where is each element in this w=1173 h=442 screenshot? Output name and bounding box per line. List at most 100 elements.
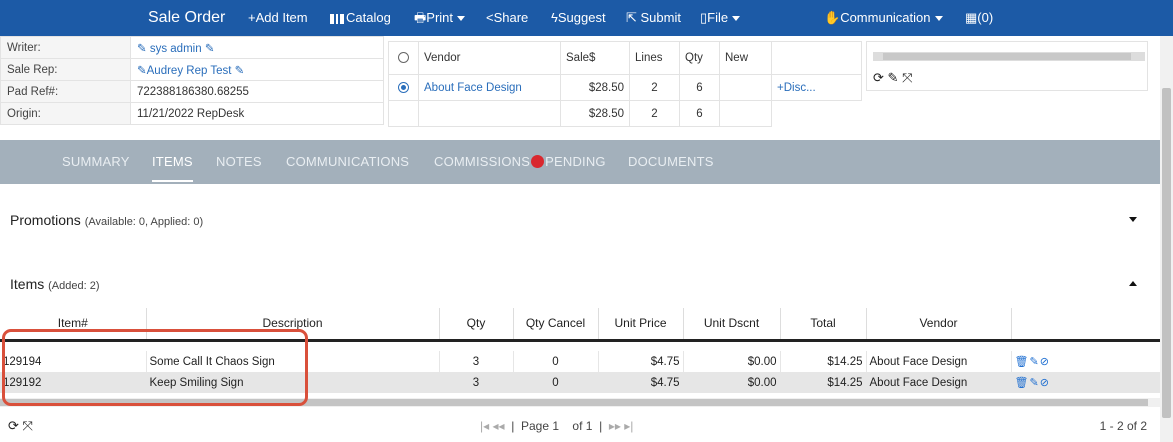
origin-value: 11/21/2022 RepDesk (130, 102, 384, 125)
item-vendor: About Face Design (866, 351, 1012, 372)
refresh-icon[interactable]: ⟳ (873, 70, 884, 85)
item-total: $14.25 (780, 351, 867, 372)
vendor-row: About Face Design $28.50 2 6 +Disc... (388, 74, 862, 101)
sale-rep-value[interactable]: ✎Audrey Rep Test ✎ (130, 58, 384, 81)
action-header (771, 41, 862, 75)
info-row-origin: Origin: 11/21/2022 RepDesk (0, 102, 384, 125)
add-discount-link[interactable]: +Disc... (771, 74, 862, 101)
expand-icon[interactable]: ⤧ (902, 70, 912, 85)
vendor-sale: $28.50 (560, 74, 630, 101)
vendor-totals-row: $28.50 2 6 (388, 100, 862, 127)
highlight-annotation (2, 329, 308, 406)
edit-icon[interactable]: ✎ (137, 43, 150, 55)
chevron-down-icon (732, 16, 741, 22)
item-unit-dscnt: $0.00 (683, 351, 781, 372)
communication-button[interactable]: ✋Communication (824, 0, 943, 36)
edit-icon[interactable]: ✎ (231, 65, 245, 77)
col-vendor[interactable]: Vendor (866, 308, 1012, 342)
promotions-header[interactable]: Promotions (Available: 0, Applied: 0) (10, 212, 203, 228)
item-qty-cancel[interactable]: 0 (513, 372, 599, 393)
edit-icon[interactable]: ✎ (1029, 356, 1039, 368)
print-icon: 🖶 (414, 10, 427, 25)
share-icon: < (486, 10, 494, 25)
info-row-sale-rep: Sale Rep: ✎Audrey Rep Test ✎ (0, 58, 384, 81)
col-unit-dscnt[interactable]: Unit Dscnt (683, 308, 781, 342)
print-button[interactable]: 🖶Print (414, 0, 466, 36)
origin-label: Origin: (0, 102, 131, 125)
page-number[interactable]: 1 (552, 419, 559, 433)
next-page-icon[interactable]: ▸▸ (609, 419, 621, 433)
page-title: Sale Order (148, 9, 226, 26)
bolt-icon: ϟ (551, 10, 558, 25)
total-lines: 2 (629, 100, 680, 127)
chevron-down-icon (457, 16, 466, 22)
pencil-icon[interactable]: ✎ (888, 70, 899, 85)
item-qty[interactable]: 3 (439, 372, 514, 393)
item-total: $14.25 (780, 372, 867, 393)
item-qty-cancel[interactable]: 0 (513, 351, 599, 372)
submit-button[interactable]: ⇱ Submit (626, 0, 681, 36)
vendor-name-link[interactable]: About Face Design (418, 74, 561, 101)
vendor-radio[interactable] (388, 74, 419, 101)
tab-items[interactable]: ITEMS (152, 154, 193, 182)
sale-header: Sale$ (560, 41, 630, 75)
item-vendor: About Face Design (866, 372, 1012, 393)
item-unit-dscnt: $0.00 (683, 372, 781, 393)
col-qty-cancel[interactable]: Qty Cancel (513, 308, 599, 342)
writer-label: Writer: (0, 36, 131, 59)
share-button[interactable]: <Share (486, 0, 528, 36)
cancel-icon[interactable]: ⊘ (1040, 356, 1050, 368)
handshake-icon: ✋ (824, 10, 841, 25)
vendor-new (719, 74, 772, 101)
order-info-table: Writer: ✎ sys admin ✎ Sale Rep: ✎Audrey … (0, 36, 384, 125)
status-alert-icon (531, 155, 545, 168)
radio-unselected[interactable] (388, 41, 419, 75)
col-total[interactable]: Total (780, 308, 867, 342)
col-unit-price[interactable]: Unit Price (598, 308, 684, 342)
vendor-header-row: Vendor Sale$ Lines Qty New (388, 41, 862, 75)
top-toolbar: Sale Order +Add Item Catalog 🖶Print <Sha… (0, 0, 1173, 36)
delete-icon[interactable]: 🗑 (1015, 356, 1030, 368)
chevron-down-icon[interactable] (1129, 217, 1137, 222)
catalog-button[interactable]: Catalog (330, 0, 391, 36)
expand-icon[interactable]: ⤧ (23, 418, 33, 433)
tab-bar: SUMMARY ITEMS NOTES COMMUNICATIONS COMMI… (0, 140, 1160, 184)
prev-page-icon[interactable]: ◂◂ (492, 419, 504, 433)
edit-icon[interactable]: ✎ (1029, 377, 1039, 389)
tab-documents[interactable]: DOCUMENTS (628, 154, 714, 169)
tab-notes[interactable]: NOTES (216, 154, 262, 169)
first-page-icon[interactable]: |◂ (480, 419, 489, 433)
vendor-qty: 6 (679, 74, 720, 101)
writer-value[interactable]: ✎ sys admin ✎ (130, 36, 384, 59)
items-header[interactable]: Items (Added: 2) (10, 276, 100, 292)
add-item-button[interactable]: +Add Item (248, 0, 308, 36)
edit-icon[interactable]: ✎ (202, 43, 215, 55)
item-qty[interactable]: 3 (439, 351, 514, 372)
tab-communications[interactable]: COMMUNICATIONS (286, 154, 409, 169)
info-row-writer: Writer: ✎ sys admin ✎ (0, 36, 384, 59)
col-qty[interactable]: Qty (439, 308, 514, 342)
item-unit-price: $4.75 (598, 372, 684, 393)
vendor-header: Vendor (418, 41, 561, 75)
suggest-button[interactable]: ϟSuggest (551, 0, 606, 36)
col-actions (1011, 308, 1160, 342)
calendar-button[interactable]: ▦(0) (965, 0, 993, 36)
delete-icon[interactable]: 🗑 (1015, 377, 1030, 389)
total-sale: $28.50 (560, 100, 630, 127)
file-button[interactable]: ▯File (700, 0, 741, 36)
page-vertical-scrollbar[interactable] (1160, 36, 1173, 442)
tab-commissions[interactable]: COMMISSIONS PENDING (434, 154, 606, 169)
tab-summary[interactable]: SUMMARY (62, 154, 130, 169)
vendor-summary-table: Vendor Sale$ Lines Qty New About Face De… (388, 41, 862, 127)
last-page-icon[interactable]: ▸| (624, 419, 633, 433)
sale-rep-label: Sale Rep: (0, 58, 131, 81)
chevron-up-icon[interactable] (1129, 281, 1137, 286)
page-label: Page (520, 419, 550, 433)
qty-header: Qty (679, 41, 720, 75)
refresh-icon[interactable]: ⟳ (8, 418, 19, 433)
grid-pager: ⟳ ⤧ |◂ ◂◂ | Page 1 of 1 | ▸▸ ▸| 1 - 2 of… (8, 418, 1147, 433)
horizontal-scrollbar[interactable] (873, 52, 1145, 61)
info-row-pad-ref: Pad Ref#: 722388186380.68255 (0, 80, 384, 103)
cancel-icon[interactable]: ⊘ (1040, 377, 1050, 389)
edit-icon[interactable]: ✎ (137, 65, 147, 77)
